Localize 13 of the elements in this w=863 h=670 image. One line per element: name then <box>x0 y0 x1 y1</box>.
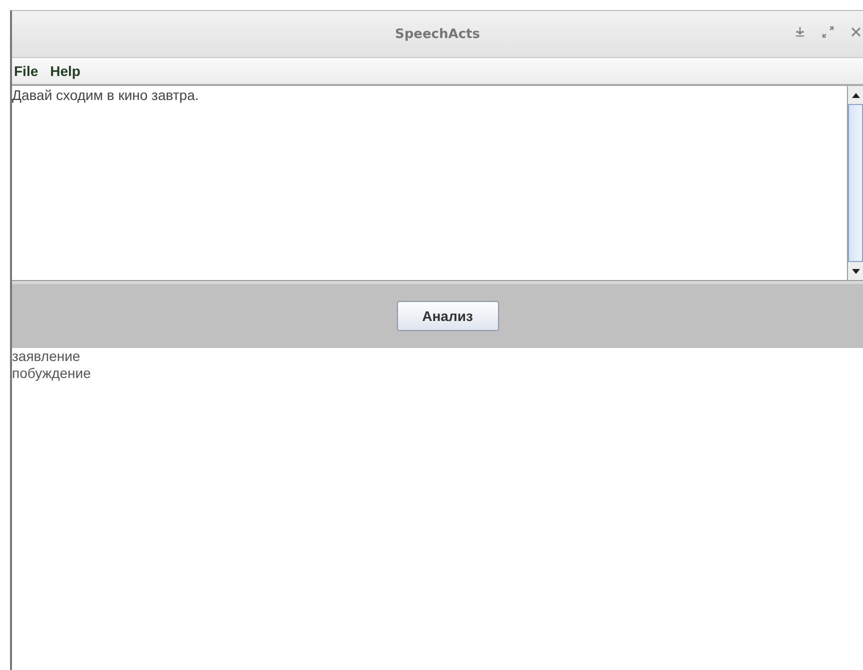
scroll-up-icon[interactable] <box>852 92 860 98</box>
menu-item[interactable]: Help <box>50 63 80 79</box>
minimize-icon[interactable] <box>793 25 807 39</box>
scrollbar[interactable] <box>847 86 863 280</box>
window-title: SpeechActs <box>395 26 480 42</box>
result-line: побуждение <box>12 365 92 382</box>
scroll-down-icon[interactable] <box>852 268 860 274</box>
input-text-area[interactable]: Давай сходим в кино завтра. <box>12 86 847 280</box>
menu-item[interactable]: File <box>14 63 38 79</box>
maximize-icon[interactable] <box>821 25 835 39</box>
close-icon[interactable] <box>849 25 863 39</box>
result-line: заявление <box>12 348 82 365</box>
analyze-button[interactable]: Анализ <box>396 301 498 331</box>
